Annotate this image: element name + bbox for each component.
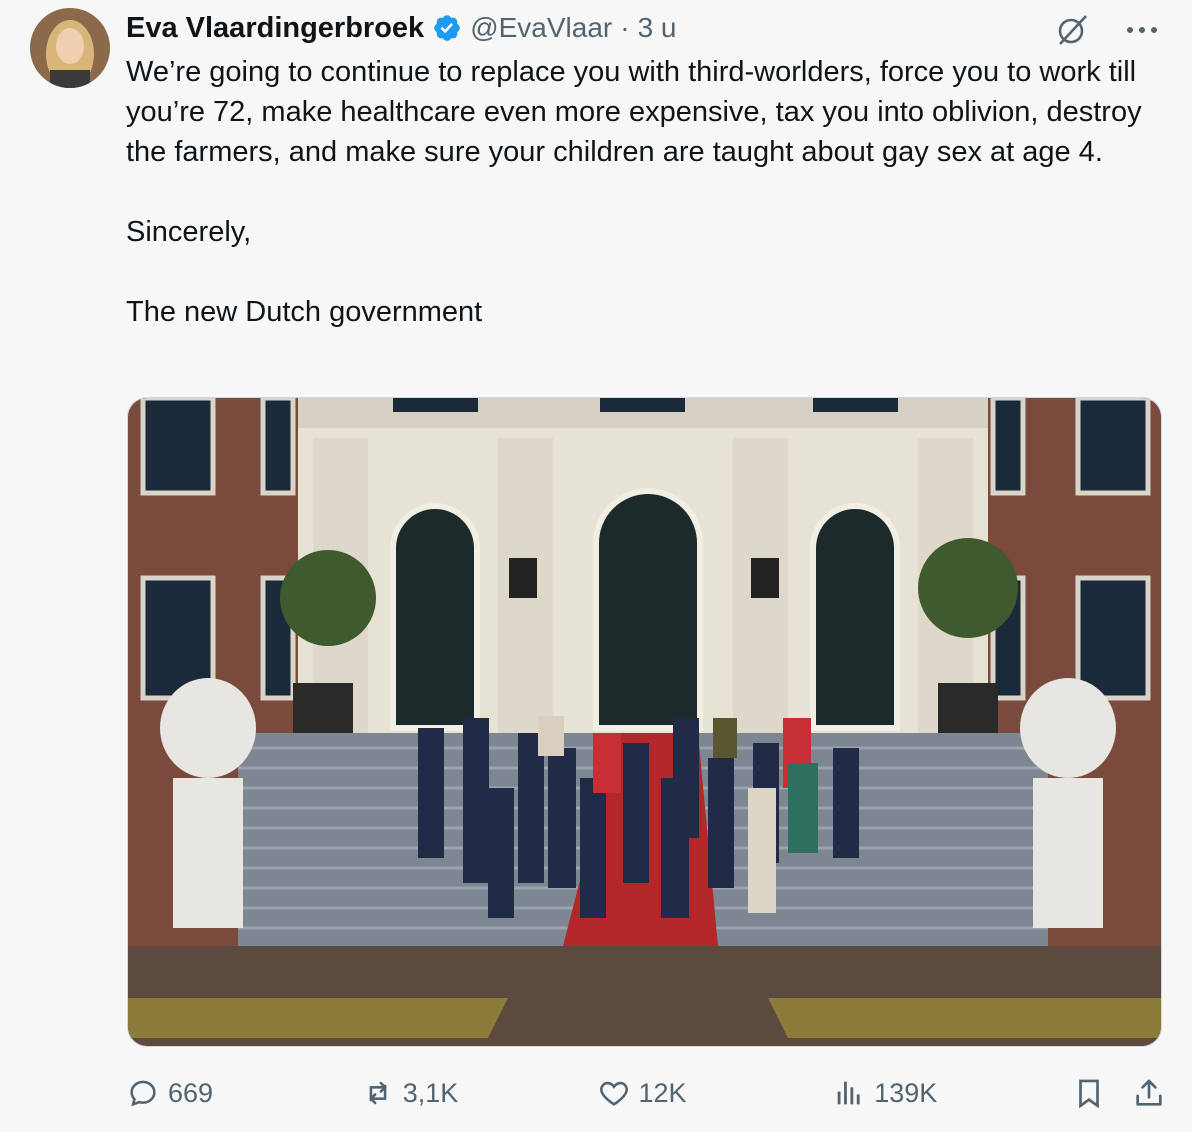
- timestamp[interactable]: 3 u: [638, 12, 677, 44]
- separator: ·: [620, 12, 630, 43]
- repost-count: 3,1K: [402, 1077, 459, 1108]
- tweet-paragraph: Sincerely,: [126, 216, 252, 248]
- top-icons: [1052, 10, 1162, 50]
- tweet-photo[interactable]: [127, 397, 1162, 1047]
- view-count: 139K: [874, 1077, 938, 1108]
- tweet-header: Eva Vlaardingerbroek @EvaVlaar · 3 u: [126, 8, 677, 48]
- tweet-text: We’re going to continue to replace you w…: [126, 52, 1166, 332]
- verified-badge-icon: [432, 13, 462, 43]
- reply-count: 669: [168, 1077, 214, 1108]
- repost-button[interactable]: 3,1K: [361, 1076, 597, 1110]
- author-handle[interactable]: @EvaVlaar: [470, 12, 612, 44]
- heart-icon: [599, 1081, 628, 1106]
- reply-button[interactable]: 669: [126, 1076, 361, 1110]
- more-icon[interactable]: [1122, 10, 1162, 50]
- views-chart-icon: [837, 1081, 860, 1105]
- bookmark-button[interactable]: [1072, 1076, 1106, 1110]
- avatar[interactable]: [30, 8, 110, 88]
- share-icon: [1136, 1079, 1162, 1106]
- avatar-image: [30, 8, 110, 88]
- reply-icon: [130, 1080, 156, 1107]
- bookmark-icon: [1079, 1079, 1099, 1109]
- tweet-paragraph: The new Dutch government: [126, 296, 483, 328]
- grok-icon[interactable]: [1052, 10, 1092, 50]
- tweet-paragraph: We’re going to continue to replace you w…: [126, 56, 1142, 168]
- share-button[interactable]: [1132, 1076, 1166, 1110]
- views-button[interactable]: 139K: [832, 1076, 1072, 1110]
- photo-illustration: [128, 398, 1161, 1046]
- author-name[interactable]: Eva Vlaardingerbroek: [126, 12, 424, 45]
- like-count: 12K: [638, 1077, 687, 1108]
- repost-icon: [369, 1081, 387, 1105]
- action-bar: 669 3,1K 12K 139K: [126, 1068, 1166, 1118]
- like-button[interactable]: 12K: [597, 1076, 833, 1110]
